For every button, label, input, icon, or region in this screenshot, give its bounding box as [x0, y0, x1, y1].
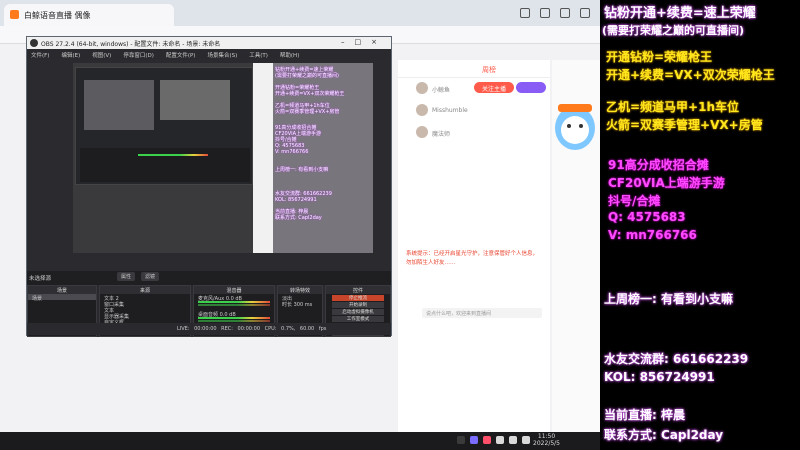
follow-button[interactable]: 关注主播 — [474, 82, 514, 93]
tray-chevron-icon[interactable] — [457, 436, 465, 444]
preview-overlay-line: (需要打荣耀之巅的可直播间) — [275, 73, 339, 79]
system-notice: 系统提示：已经开启星光守护，注意保管好个人信息，勿加陌生人好友…… — [406, 251, 539, 266]
nested-audio-meter — [138, 154, 208, 156]
nested-obs-capture — [75, 67, 253, 185]
menu-edit[interactable]: 编辑(E) — [61, 51, 80, 59]
window-controls[interactable]: –□× — [341, 38, 387, 46]
menu-docks[interactable]: 停靠窗口(D) — [123, 51, 154, 59]
taskbar-clock[interactable]: 11:50 2022/5/5 — [533, 433, 560, 447]
extensions-icon[interactable] — [520, 8, 530, 18]
overlay-line-vip-open: 开通钻粉=荣耀枪王 — [606, 50, 713, 64]
overlay-line-fan-group: 水友交流群: 661662239 — [604, 352, 749, 366]
menu-profile[interactable]: 配置文件(P) — [166, 51, 196, 59]
overlay-line-rocket: 火箭=双赛季管理+VX+房管 — [606, 118, 763, 132]
browser-toolbar-icons — [520, 8, 590, 18]
overlay-line-plane: 乙机=频道马甲+1h车位 — [606, 100, 740, 114]
profile-icon[interactable] — [560, 8, 570, 18]
system-tray — [457, 436, 530, 444]
obs-menubar: 文件(F) 编辑(E) 视图(V) 停靠窗口(D) 配置文件(P) 场景集合(S… — [27, 49, 391, 59]
browser-tab-title: 白鲸语音直播 偶像 — [24, 11, 91, 20]
overlay-line-vip-renew: 开通+续费=VX+双次荣耀枪王 — [606, 68, 775, 82]
network-icon[interactable] — [496, 436, 504, 444]
start-recording-button[interactable]: 开始录制 — [332, 302, 384, 308]
overlay-line-top-fan: 上周榜一: 有看到小支嘛 — [604, 292, 733, 306]
overlay-line-current-streamer: 当前直播: 梓晨 — [604, 408, 685, 422]
nested-preview — [84, 80, 154, 130]
preview-overlay-line: 上周榜一: 有看到小支嘛 — [275, 167, 329, 173]
rank-item[interactable]: Misshumble — [398, 100, 550, 122]
volume-icon[interactable] — [509, 436, 517, 444]
rank-item[interactable]: 魔法师 — [398, 122, 550, 144]
obs-preview-canvas[interactable]: 钻粉开通+续费=速上荣耀 (需要打荣耀之巅的可直播间) 开通钻粉=荣耀枪王 开通… — [73, 63, 373, 253]
browser-tabbar: 白鲸语音直播 偶像 — [0, 0, 600, 26]
clock-date: 2022/5/5 — [533, 440, 560, 447]
settings-icon[interactable] — [580, 8, 590, 18]
properties-button[interactable]: 属性 — [117, 272, 136, 281]
scenes-dock-title: 场景 — [28, 286, 96, 294]
rank-tab[interactable]: 周榜 — [398, 60, 550, 78]
live-room-side-panel: 周榜 小鲸鱼 Misshumble 魔法师 系统提示：已经开启星光守护，注意保管… — [398, 60, 550, 432]
obs-window: OBS 27.2.4 (64-bit, windows) - 配置文件: 未命名… — [26, 36, 392, 337]
sources-dock-title: 来源 — [100, 286, 190, 294]
chat-input[interactable]: 说点什么吧，欢迎来到直播间 — [422, 308, 542, 318]
mixer-channel-label: 桌面音频 0.0 dB — [198, 312, 236, 318]
obs-logo-icon — [30, 39, 38, 47]
taskbar: 11:50 2022/5/5 — [0, 432, 600, 450]
scene-item[interactable]: 场景 — [28, 294, 96, 302]
overlay-line-games: CF20VIA上端游手游 — [608, 176, 725, 190]
favorites-icon[interactable] — [540, 8, 550, 18]
stream-overlay-panel: 钻粉开通+续费=速上荣耀 (需要打荣耀之巅的可直播间) 开通钻粉=荣耀枪王 开通… — [600, 0, 800, 450]
virtual-camera-button[interactable]: 启动虚拟摄像机 — [332, 309, 384, 315]
obs-preview-area: 钻粉开通+续费=速上荣耀 (需要打荣耀之巅的可直播间) 开通钻粉=荣耀枪王 开通… — [27, 59, 391, 271]
mixer-dock-title: 混音器 — [194, 286, 274, 294]
menu-scene-collection[interactable]: 场景集合(S) — [207, 51, 237, 59]
overlay-line-contact: 联系方式: Capl2day — [604, 428, 724, 442]
studio-mode-button[interactable]: 工作室模式 — [332, 316, 384, 322]
avatar — [416, 126, 428, 138]
screen: 白鲸语音直播 偶像 周榜 小鲸鱼 Misshumble 魔法师 系统提示：已经开… — [0, 0, 800, 450]
no-source-label: 未选择源 — [29, 276, 52, 282]
transitions-dock-title: 转场特效 — [278, 286, 322, 294]
menu-tools[interactable]: 工具(T) — [249, 51, 268, 59]
gift-button[interactable] — [516, 82, 546, 93]
preview-overlay-line: KOL: 856724991 — [275, 197, 317, 203]
overlay-line-accounts: 抖号/合摊 — [608, 194, 661, 208]
browser-tab[interactable]: 白鲸语音直播 偶像 — [4, 4, 174, 26]
overlay-line-wechat: V: mn766766 — [608, 228, 697, 242]
ime-icon[interactable] — [522, 436, 530, 444]
filters-button[interactable]: 滤镜 — [141, 272, 160, 281]
obs-statusbar: LIVE: 00:00:00 REC: 00:00:00 CPU: 0.7%, … — [27, 323, 391, 335]
stop-streaming-button[interactable]: 停止推流 — [332, 295, 384, 301]
overlay-line-kol: KOL: 856724991 — [604, 370, 715, 384]
obs-title: OBS 27.2.4 (64-bit, windows) - 配置文件: 未命名… — [41, 41, 221, 48]
audio-meter — [198, 320, 270, 322]
preview-overlay-line: 开通+续费=VX+双次荣耀枪王 — [275, 91, 345, 97]
overlay-line-qq: Q: 4575683 — [608, 210, 686, 224]
tray-app-icon[interactable] — [483, 436, 491, 444]
overlay-line-recruit: 91高分成收招合摊 — [608, 158, 709, 172]
menu-file[interactable]: 文件(F) — [31, 51, 49, 59]
mascot-icon — [555, 104, 595, 150]
source-toolbar: 属性 滤镜 — [117, 272, 160, 281]
obs-titlebar[interactable]: OBS 27.2.4 (64-bit, windows) - 配置文件: 未命名… — [27, 37, 391, 49]
audio-meter — [198, 304, 270, 306]
mixer-channel-label: 麦克风/Aux 0.0 dB — [198, 296, 242, 302]
avatar — [416, 104, 428, 116]
preview-overlay-line: V: mn766766 — [275, 149, 309, 155]
preview-overlay-line: 联系方式: Capl2day — [275, 215, 322, 221]
nested-preview-2 — [160, 80, 230, 120]
duration-field[interactable]: 时长 300 ms — [278, 300, 322, 308]
menu-help[interactable]: 帮助(H) — [280, 51, 299, 59]
clock-time: 11:50 — [537, 433, 556, 440]
site-favicon-icon — [10, 10, 19, 19]
overlay-line-vip-promo: 钻粉开通+续费=速上荣耀 — [604, 6, 756, 21]
tray-app-icon[interactable] — [470, 436, 478, 444]
avatar — [416, 82, 428, 94]
menu-view[interactable]: 视图(V) — [92, 51, 111, 59]
preview-overlay-line: 火箭=双赛季管理+VX+房管 — [275, 109, 340, 115]
controls-dock-title: 控件 — [326, 286, 390, 294]
overlay-line-vip-note: (需要打荣耀之巅的可直播间) — [602, 24, 745, 37]
